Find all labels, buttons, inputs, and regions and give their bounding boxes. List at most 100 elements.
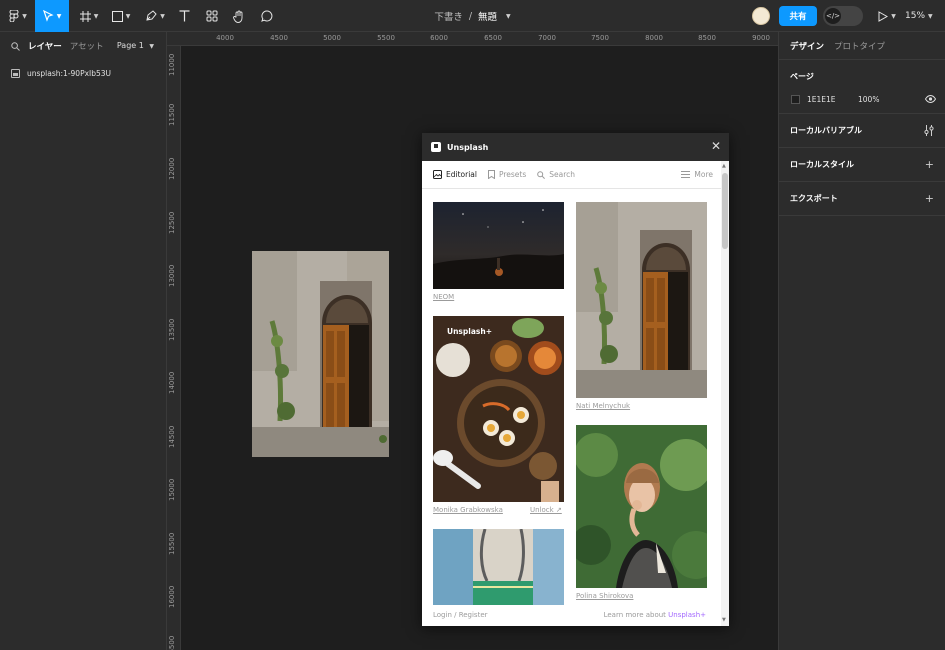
chevron-down-icon: ▼	[56, 12, 62, 20]
ruler-tick-label: 11000	[168, 53, 176, 76]
ruler-tick-label: 13000	[168, 264, 176, 287]
ruler-tick-label: 9000	[752, 34, 770, 42]
photo-food[interactable]	[433, 316, 564, 502]
menu-icon	[681, 171, 691, 178]
local-styles-section[interactable]: ローカルスタイル +	[779, 148, 945, 182]
ruler-horizontal: 4000 4500 5000 5500 6000 6500 7000 7500 …	[167, 32, 778, 46]
canvas-door-image[interactable]	[252, 251, 389, 457]
hand-icon	[233, 10, 243, 23]
image-layer-icon	[11, 68, 20, 78]
page-section: ページ 1E1E1E 100%	[779, 60, 945, 114]
image-icon	[433, 170, 442, 179]
comment-icon	[261, 10, 273, 22]
dev-mode-toggle[interactable]: </>	[823, 6, 863, 26]
scrollbar-thumb[interactable]	[722, 173, 728, 249]
photo-credit-link[interactable]: Nati Melnychuk	[576, 402, 630, 410]
close-icon[interactable]: ✕	[711, 140, 721, 152]
play-icon	[878, 10, 889, 22]
photo-grid: NEOM Unsplash+ Monika Grabkowska Unlock …	[422, 190, 721, 626]
properties-panel: デザイン プロトタイプ ページ 1E1E1E 100% ローカルバリアブル ロー…	[778, 32, 945, 650]
code-icon: </>	[825, 8, 841, 24]
add-icon[interactable]: +	[925, 159, 934, 170]
ruler-tick-label: 14500	[168, 425, 176, 448]
chevron-down-icon[interactable]: ▼	[506, 13, 511, 20]
scroll-up-icon[interactable]: ▲	[722, 163, 726, 169]
chevron-down-icon: ▼	[928, 12, 933, 20]
bookmark-icon	[487, 170, 495, 179]
rectangle-icon	[111, 10, 123, 22]
hand-tool-button[interactable]	[229, 0, 249, 32]
plugin-header: Unsplash ✕	[422, 133, 729, 161]
add-icon[interactable]: +	[925, 193, 934, 204]
page-color-opacity[interactable]: 100%	[858, 95, 879, 104]
unlock-link[interactable]: Unlock ↗	[530, 506, 562, 514]
photo-woman[interactable]	[576, 425, 707, 588]
local-variables-title: ローカルバリアブル	[790, 126, 862, 135]
plugin-nav: Editorial Presets Search More	[422, 161, 721, 189]
page-selector[interactable]: Page 1 ▼	[117, 41, 154, 50]
file-name[interactable]: 無題	[478, 9, 497, 23]
ruler-tick-label: 6000	[430, 34, 448, 42]
learn-more-prefix: Learn more about	[603, 611, 666, 619]
search-icon	[537, 170, 546, 179]
zoom-menu[interactable]: 15% ▼	[905, 0, 933, 32]
export-section[interactable]: エクスポート +	[779, 182, 945, 216]
login-register-link[interactable]: Login / Register	[433, 611, 488, 619]
photo-credit-link[interactable]: NEOM	[433, 293, 454, 301]
local-variables-section[interactable]: ローカルバリアブル	[779, 114, 945, 148]
scroll-down-icon[interactable]: ▼	[722, 617, 726, 623]
photo-door[interactable]	[576, 202, 707, 398]
main-menu-button[interactable]: ▼	[6, 0, 30, 32]
search-icon[interactable]	[11, 41, 20, 51]
layer-row[interactable]: unsplash:1-90PxIb53U	[0, 65, 167, 81]
tab-editorial[interactable]: Editorial	[433, 170, 477, 179]
photo-bag[interactable]	[433, 529, 564, 605]
unsplash-plus-link[interactable]: Unsplash+	[668, 611, 706, 619]
eye-icon[interactable]	[925, 95, 936, 103]
photo-neom[interactable]	[433, 202, 564, 289]
variables-settings-icon[interactable]	[924, 125, 934, 136]
share-button[interactable]: 共有	[779, 6, 817, 26]
move-tool-button[interactable]: ▼	[35, 0, 69, 32]
comment-tool-button[interactable]	[257, 0, 277, 32]
ruler-tick-label: 16000	[168, 585, 176, 608]
tab-design[interactable]: デザイン	[790, 40, 824, 52]
ruler-tick-label: 15500	[168, 532, 176, 555]
unsplash-plus-badge: Unsplash+	[447, 327, 492, 336]
resources-button[interactable]	[202, 0, 222, 32]
page-color-swatch[interactable]	[791, 95, 800, 104]
scrollbar[interactable]: ▲ ▼	[721, 161, 729, 626]
photo-credit-link[interactable]: Polina Shirokova	[576, 592, 633, 600]
tab-presets-label: Presets	[498, 170, 527, 179]
pen-tool-button[interactable]: ▼	[142, 0, 168, 32]
ruler-tick-label: 5500	[377, 34, 395, 42]
tab-search[interactable]: Search	[537, 170, 575, 179]
draft-label[interactable]: 下書き	[434, 9, 463, 23]
text-icon	[179, 10, 189, 22]
ruler-vertical: 11000 11500 12000 12500 13000 13500 1400…	[167, 46, 181, 650]
tab-presets[interactable]: Presets	[487, 170, 527, 179]
more-menu[interactable]: More	[681, 170, 713, 179]
ruler-tick-label: 7500	[591, 34, 609, 42]
more-label: More	[694, 170, 713, 179]
ruler-tick-label: 13500	[168, 318, 176, 341]
plugin-title: Unsplash	[447, 142, 489, 152]
ruler-tick-label: 4500	[270, 34, 288, 42]
ruler-tick-label: 15000	[168, 478, 176, 501]
chevron-down-icon: ▼	[22, 12, 27, 20]
toolbar: ▼ ▼ ▼ ▼ ▼ 下書き / 無題 ▼ 共有 </> ▼ 15% ▼	[0, 0, 945, 32]
ruler-tick-label: 8500	[698, 34, 716, 42]
layer-name: unsplash:1-90PxIb53U	[27, 68, 112, 78]
photo-credit-link[interactable]: Monika Grabkowska	[433, 506, 503, 514]
avatar[interactable]	[752, 7, 770, 25]
text-tool-button[interactable]	[174, 0, 194, 32]
tab-assets[interactable]: アセット	[70, 40, 104, 52]
page-section-title: ページ	[790, 72, 814, 81]
page-color-hex[interactable]: 1E1E1E	[807, 95, 836, 104]
shape-tool-button[interactable]: ▼	[108, 0, 134, 32]
tab-layers[interactable]: レイヤー	[28, 40, 62, 52]
frame-tool-button[interactable]: ▼	[76, 0, 102, 32]
tab-prototype[interactable]: プロトタイプ	[834, 40, 885, 52]
chevron-down-icon: ▼	[93, 12, 99, 20]
present-button[interactable]: ▼	[874, 0, 900, 32]
